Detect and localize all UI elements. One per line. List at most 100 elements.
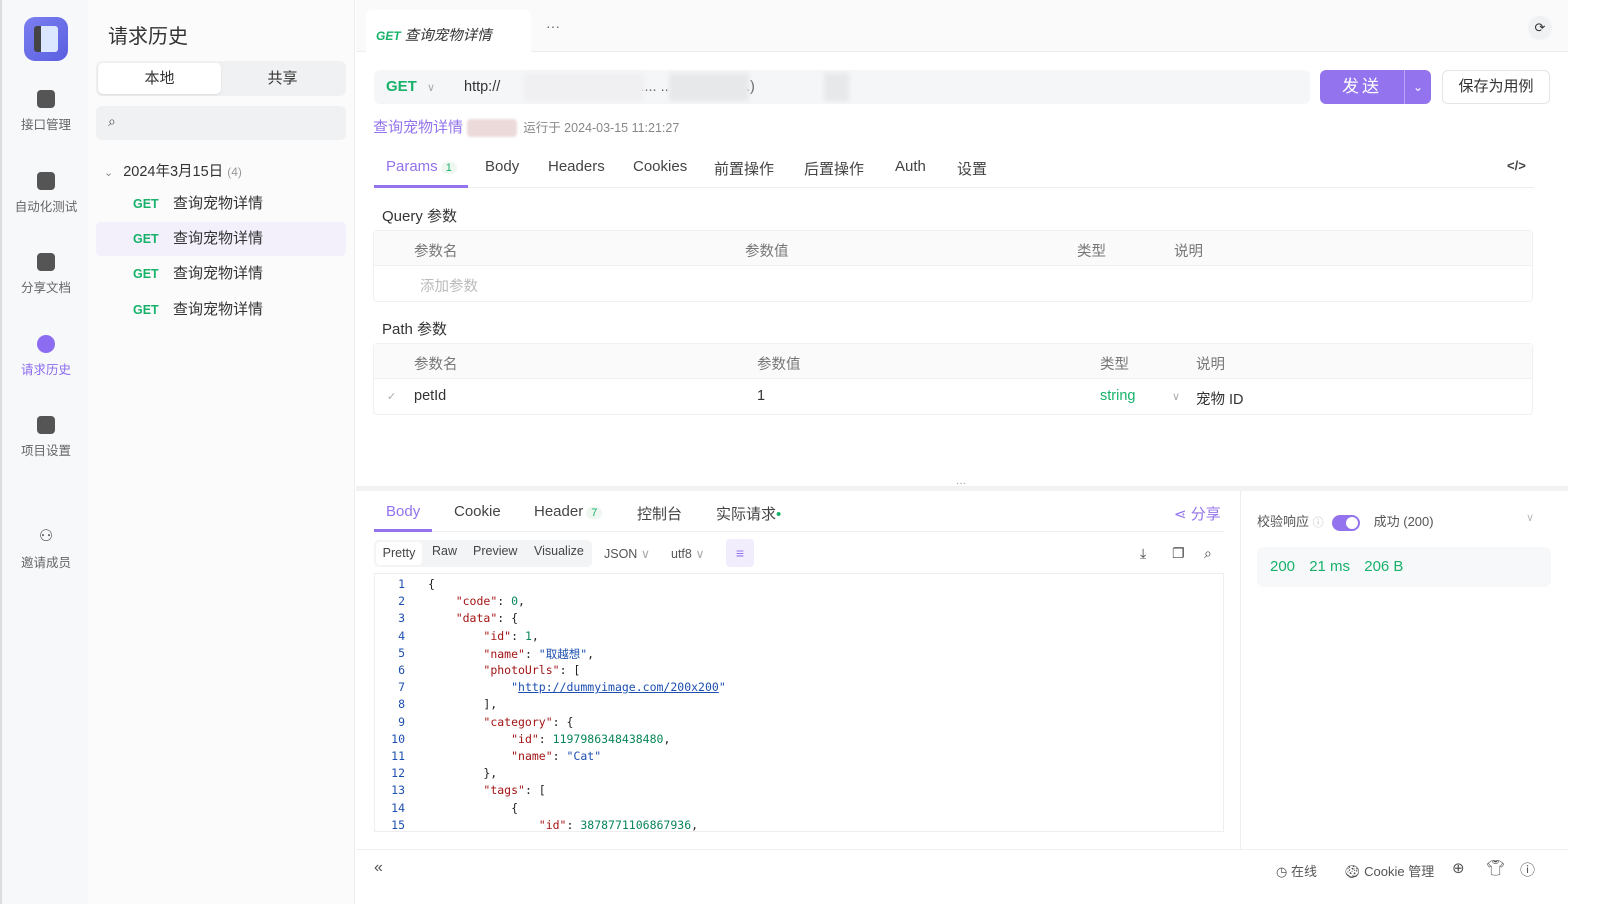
copy-icon[interactable]: ❐ xyxy=(1172,545,1185,562)
add-param-row[interactable]: 添加参数 xyxy=(374,266,1532,301)
tab-resp-cookie[interactable]: Cookie xyxy=(454,503,501,520)
tab-actual-request[interactable]: 实际请求• xyxy=(716,503,781,524)
tab-settings[interactable]: 设置 xyxy=(957,158,987,179)
format-visualize[interactable]: Visualize xyxy=(534,544,584,558)
code-token: : xyxy=(566,818,580,832)
code-token: , xyxy=(691,818,698,832)
tab-label: Header xyxy=(534,503,583,520)
tab-label: 查询宠物详情 xyxy=(405,28,492,44)
format-pretty[interactable]: Pretty xyxy=(376,542,422,565)
format-raw[interactable]: Raw xyxy=(432,544,457,558)
param-type[interactable]: string xyxy=(1100,388,1135,404)
request-name[interactable]: 查询宠物详情 xyxy=(373,119,463,136)
seg-shared[interactable]: 共享 xyxy=(221,63,344,94)
rail-automation-test[interactable]: 自动化测试 xyxy=(2,172,90,215)
code-token xyxy=(428,663,483,677)
tab-resp-header[interactable]: Header7 xyxy=(534,503,602,520)
tab-cookies[interactable]: Cookies xyxy=(633,158,687,175)
code-line: ], xyxy=(428,697,497,711)
code-token: , xyxy=(587,647,594,661)
response-time: 21 ms xyxy=(1309,558,1350,575)
chevron-down-icon[interactable]: ∨ xyxy=(1526,511,1534,524)
line-number: 14 xyxy=(375,801,405,815)
code-line: "name": "Cat" xyxy=(428,749,601,763)
more-tabs-button[interactable]: ··· xyxy=(546,18,560,34)
encoding-select[interactable]: utf8 ∨ xyxy=(671,546,705,561)
search-icon[interactable]: ⌕ xyxy=(1204,545,1212,562)
tab-headers[interactable]: Headers xyxy=(548,158,605,175)
upgrade-icon[interactable]: ⊕ xyxy=(1452,859,1465,877)
path-table: 参数名 参数值 类型 说明 ✓ petId 1 string ∨ 宠物 ID xyxy=(373,343,1533,415)
code-token: : xyxy=(497,594,511,608)
code-token: "id" xyxy=(511,732,539,746)
rail-label: 分享文档 xyxy=(21,281,71,295)
history-item[interactable]: GET查询宠物详情 xyxy=(96,293,346,327)
chevron-down-icon[interactable]: ∨ xyxy=(1172,390,1180,403)
status-summary: 200 21 ms 206 B xyxy=(1257,547,1551,587)
url-link[interactable]: http://dummyimage.com/200x200 xyxy=(518,680,719,694)
add-param-placeholder[interactable]: 添加参数 xyxy=(420,275,478,296)
tab-post-ops[interactable]: 后置操作 xyxy=(804,158,864,179)
response-summary-panel: 校验响应 ⓘ成功 (200) ∨ 200 21 ms 206 B xyxy=(1240,491,1568,849)
validate-result[interactable]: 成功 (200) xyxy=(1374,514,1434,529)
seg-local[interactable]: 本地 xyxy=(98,63,221,94)
rail-request-history[interactable]: 请求历史 xyxy=(2,335,90,378)
history-item[interactable]: GET查询宠物详情 xyxy=(96,222,346,256)
wrap-lines-icon[interactable]: ≡ xyxy=(726,539,754,567)
tab-pre-ops[interactable]: 前置操作 xyxy=(714,158,774,179)
download-icon[interactable]: ⤓ xyxy=(1140,545,1146,562)
tab-console[interactable]: 控制台 xyxy=(637,503,682,524)
main-area: GET查询宠物详情 ··· ⟳ GET ∨ http:/// ....... .… xyxy=(356,0,1568,904)
param-value[interactable]: 1 xyxy=(757,388,765,404)
format-preview[interactable]: Preview xyxy=(473,544,517,558)
rail-invite-members[interactable]: ⚇邀请成员 xyxy=(2,528,90,571)
param-desc[interactable]: 宠物 ID xyxy=(1196,388,1244,409)
code-icon[interactable]: </> xyxy=(1507,158,1526,173)
rail-project-settings[interactable]: 项目设置 xyxy=(2,416,90,459)
rail-share-docs[interactable]: 分享文档 xyxy=(2,253,90,296)
history-item[interactable]: GET查询宠物详情 xyxy=(96,187,346,221)
lang-select[interactable]: JSON ∨ xyxy=(604,546,650,561)
send-button[interactable]: 发送⌄ xyxy=(1320,70,1431,104)
online-status[interactable]: ◷ 在线 xyxy=(1276,861,1317,880)
theme-shirt-icon[interactable]: 👕︎ xyxy=(1486,859,1505,877)
validate-toggle[interactable] xyxy=(1332,515,1360,531)
tab-auth[interactable]: Auth xyxy=(895,158,926,175)
line-number: 8 xyxy=(375,697,405,711)
code-token: "category" xyxy=(483,715,552,729)
code-line: "photoUrls": [ xyxy=(428,663,580,677)
code-token: , xyxy=(532,629,539,643)
code-line: "data": { xyxy=(428,611,518,625)
code-token: "id" xyxy=(539,818,567,832)
code-token: "photoUrls" xyxy=(483,663,559,677)
save-as-case-button[interactable]: 保存为用例 xyxy=(1442,70,1550,104)
api-icon xyxy=(37,90,55,108)
help-icon[interactable]: ⓘ xyxy=(1520,859,1535,880)
line-number: 11 xyxy=(375,749,405,763)
response-body-editor[interactable]: 1{2 "code": 0,3 "data": {4 "id": 1,5 "na… xyxy=(374,573,1224,832)
line-number: 6 xyxy=(375,663,405,677)
share-button[interactable]: ⋖ 分享 xyxy=(1174,503,1221,524)
collapse-sidebar-icon[interactable]: « xyxy=(374,859,383,877)
code-token xyxy=(428,680,511,694)
param-name[interactable]: petId xyxy=(414,388,446,404)
tab-request[interactable]: GET查询宠物详情 xyxy=(366,10,531,52)
history-item[interactable]: GET查询宠物详情 xyxy=(96,257,346,291)
col: 说明 xyxy=(1196,353,1225,374)
rail-api-management[interactable]: 接口管理 xyxy=(2,90,90,133)
method: GET xyxy=(133,222,173,256)
chevron-down-icon[interactable]: ⌄ xyxy=(1404,70,1431,104)
check-icon[interactable]: ✓ xyxy=(387,390,396,403)
rail-label: 接口管理 xyxy=(21,118,71,132)
refresh-icon[interactable]: ⟳ xyxy=(1528,16,1552,40)
tab-resp-body[interactable]: Body xyxy=(386,503,420,520)
search-input[interactable]: ⌕ xyxy=(96,106,346,140)
tab-params[interactable]: Params1 xyxy=(386,158,457,175)
cookie-manager-button[interactable]: 🍪︎ Cookie 管理 xyxy=(1344,861,1434,880)
method-select[interactable]: GET ∨ xyxy=(386,78,435,95)
redaction xyxy=(824,73,849,101)
code-token xyxy=(428,594,456,608)
date-group[interactable]: ⌄2024年3月15日 (4) xyxy=(104,160,242,181)
line-number: 1 xyxy=(375,577,405,591)
tab-body[interactable]: Body xyxy=(485,158,519,175)
